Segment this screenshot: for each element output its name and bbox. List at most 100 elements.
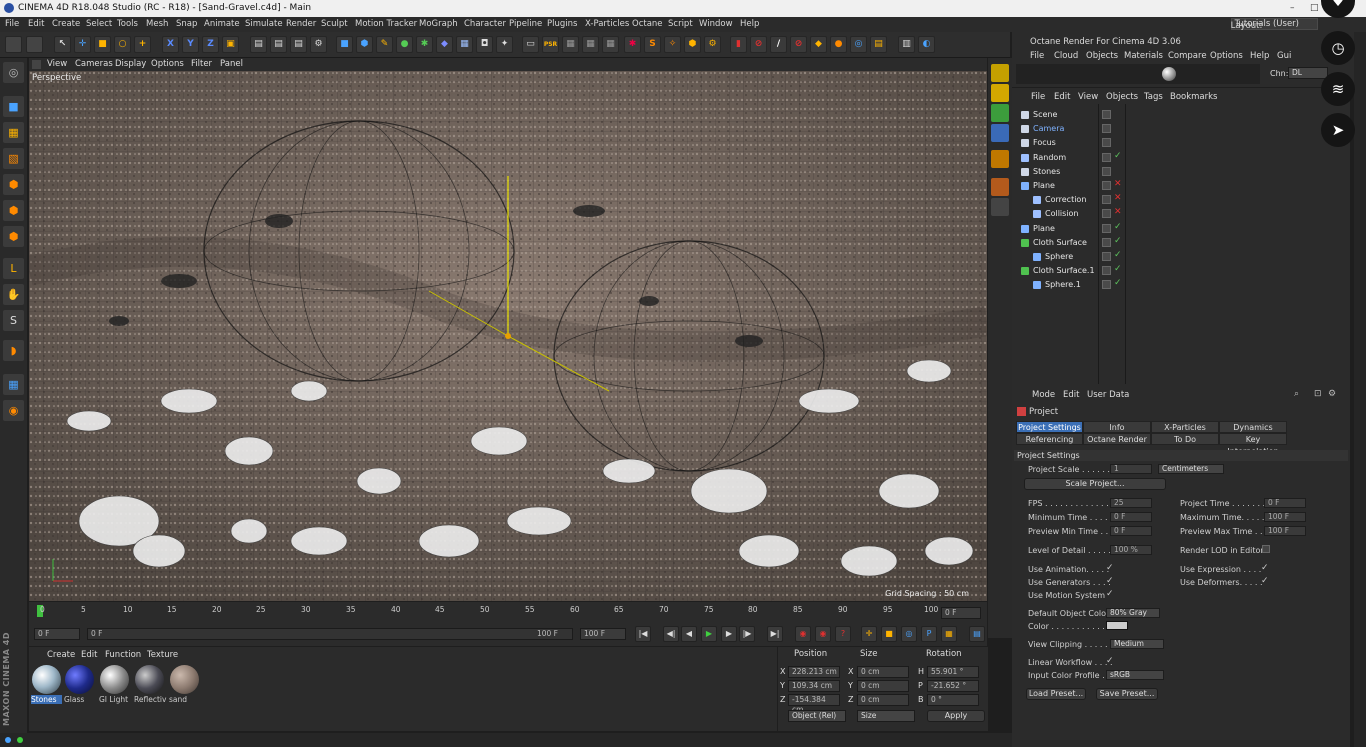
preview-range-slider[interactable]: 0 F 100 F	[87, 628, 573, 640]
tab-referencing[interactable]: Referencing	[1016, 433, 1083, 445]
menu-window[interactable]: Window	[699, 19, 733, 29]
axis-icon[interactable]: ▦	[602, 36, 619, 53]
rotation-p-field[interactable]: -21.652 °	[927, 680, 979, 692]
visibility-toggle[interactable]	[1102, 252, 1111, 261]
om-menu-edit[interactable]: Edit	[1054, 92, 1070, 102]
om-menu-file[interactable]: File	[1031, 92, 1045, 102]
rotate-tool-icon[interactable]: ○	[114, 36, 131, 53]
magnet-icon[interactable]: ◗	[3, 340, 24, 361]
move-tool-icon[interactable]: ✛	[74, 36, 91, 53]
object-row[interactable]: Cloth Surface ✓	[1017, 236, 1347, 250]
menu-x-particles[interactable]: X-Particles	[585, 19, 629, 29]
xp-sketch-icon[interactable]: /	[770, 36, 787, 53]
redo-icon[interactable]	[26, 36, 43, 53]
render-settings-icon[interactable]: ⚙	[310, 36, 327, 53]
object-name[interactable]: Sphere	[1045, 252, 1073, 261]
pen-spline-icon[interactable]: ✎	[376, 36, 393, 53]
octane-menu-gui[interactable]: Gui	[1277, 51, 1291, 61]
array-icon[interactable]: ✱	[416, 36, 433, 53]
visibility-toggle[interactable]	[1102, 280, 1111, 290]
texture-mode-icon[interactable]: ▦	[3, 122, 24, 143]
next-key-icon[interactable]: |▶	[739, 626, 755, 642]
layer-icon[interactable]	[991, 84, 1009, 102]
material-swatch[interactable]: Reflectiv	[134, 664, 166, 706]
menu-motion-tracker[interactable]: Motion Tracker	[355, 19, 417, 29]
timeline-ruler[interactable]: 0 5 10 15 20 25 30 35 40 45 50 55 60 65 …	[29, 602, 987, 622]
visibility-toggle[interactable]	[1102, 181, 1111, 190]
render-view-icon[interactable]: ▤	[250, 36, 267, 53]
maximize-icon[interactable]: □	[1310, 3, 1319, 13]
visibility-toggle[interactable]	[1102, 138, 1111, 148]
tab-project-settings[interactable]: Project Settings	[1016, 421, 1083, 433]
cube-object-icon[interactable]: ■	[336, 36, 353, 53]
workplane-mode-icon[interactable]: ▧	[3, 148, 24, 169]
parameter-key-icon[interactable]: P	[921, 626, 937, 642]
points-mode-icon[interactable]: ⬢	[3, 174, 24, 195]
object-name[interactable]: Sphere.1	[1045, 280, 1081, 289]
clock-icon[interactable]: ◷	[1321, 31, 1355, 65]
object-row[interactable]: Scene	[1017, 108, 1347, 122]
xp-no-icon[interactable]: ⊘	[750, 36, 767, 53]
menu-tools[interactable]: Tools	[117, 19, 138, 29]
render-lod-checkbox[interactable]	[1262, 545, 1270, 553]
use-deformers-checkbox[interactable]: ✓	[1261, 576, 1269, 586]
render-picture-viewer-icon[interactable]: ▤	[270, 36, 287, 53]
polygons-mode-icon[interactable]: ⬢	[3, 226, 24, 247]
menu-edit[interactable]: Edit	[28, 19, 44, 29]
z-axis-lock-icon[interactable]: Z	[202, 36, 219, 53]
lock-workplane-icon[interactable]: ◉	[3, 400, 24, 421]
object-name[interactable]: Plane	[1033, 181, 1055, 190]
axis-mode-icon[interactable]: L	[3, 258, 24, 279]
send-icon[interactable]: ➤	[1321, 113, 1355, 147]
layout-switch-icon[interactable]: ▥	[898, 36, 915, 53]
coordinate-mode-dropdown[interactable]: Object (Rel)	[788, 710, 846, 722]
model-mode-icon[interactable]: ■	[3, 96, 24, 117]
fps-field[interactable]: 25	[1110, 498, 1152, 508]
octane-render-sphere-icon[interactable]	[1162, 67, 1176, 81]
scale-tool-icon[interactable]: ■	[94, 36, 111, 53]
enabled-check-icon[interactable]: ✓	[1114, 250, 1122, 260]
x-axis-lock-icon[interactable]: X	[162, 36, 179, 53]
visibility-toggle[interactable]	[1102, 209, 1111, 219]
octane-settings-icon[interactable]: S	[644, 36, 661, 53]
menu-animate[interactable]: Animate	[204, 19, 240, 29]
light-icon[interactable]: ✦	[496, 36, 513, 53]
edges-mode-icon[interactable]: ⬢	[3, 200, 24, 221]
timeline-icon[interactable]: ▤	[969, 626, 985, 642]
disabled-cross-icon[interactable]: ✕	[1114, 207, 1122, 217]
octane-live-icon[interactable]: ✱	[624, 36, 641, 53]
generator-icon[interactable]: ●	[396, 36, 413, 53]
xp-particle-icon[interactable]: ⊘	[790, 36, 807, 53]
tab-x-particles[interactable]: X-Particles	[1151, 421, 1219, 433]
solo-icon[interactable]: ▦	[3, 374, 24, 395]
object-name[interactable]: Collision	[1045, 209, 1079, 218]
visibility-toggle[interactable]	[1102, 266, 1111, 276]
layers-icon[interactable]: ≋	[1321, 72, 1355, 106]
position-x-field[interactable]: 228.213 cm	[788, 666, 840, 678]
menu-render[interactable]: Render	[286, 19, 316, 29]
position-key-icon[interactable]: ✛	[861, 626, 877, 642]
menu-help[interactable]: Help	[740, 19, 759, 29]
octane-tools-icon[interactable]: ✧	[664, 36, 681, 53]
object-row[interactable]: Correction ✕	[1017, 193, 1347, 207]
save-preset-button[interactable]: Save Preset...	[1096, 688, 1158, 700]
project-scale-unit-dropdown[interactable]: Centimeters	[1158, 464, 1224, 474]
material-menu-function[interactable]: Function	[105, 650, 141, 660]
menu-character[interactable]: Character	[464, 19, 506, 29]
object-name[interactable]: Correction	[1045, 195, 1086, 204]
green-cube-icon[interactable]	[991, 104, 1009, 122]
maximum-time-field[interactable]: 100 F	[1264, 512, 1306, 522]
record-keys-icon[interactable]: ◉	[795, 626, 811, 642]
live-selection-icon[interactable]: ↖	[54, 36, 71, 53]
psr-icon[interactable]: PSR	[542, 36, 559, 53]
tweak-mode-icon[interactable]: ✋	[3, 284, 24, 305]
object-row[interactable]: Sphere ✓	[1017, 250, 1347, 264]
material-swatch[interactable]: Glass	[64, 664, 95, 706]
viewport-menu-cameras[interactable]: Cameras	[75, 59, 113, 69]
go-to-start-icon[interactable]: |◀	[635, 626, 651, 642]
menu-script[interactable]: Script	[668, 19, 693, 29]
enabled-check-icon[interactable]: ✓	[1114, 264, 1122, 274]
rotation-key-icon[interactable]: ◎	[901, 626, 917, 642]
view-clipping-dropdown[interactable]: Medium	[1110, 639, 1164, 649]
minimum-time-field[interactable]: 0 F	[1110, 512, 1152, 522]
